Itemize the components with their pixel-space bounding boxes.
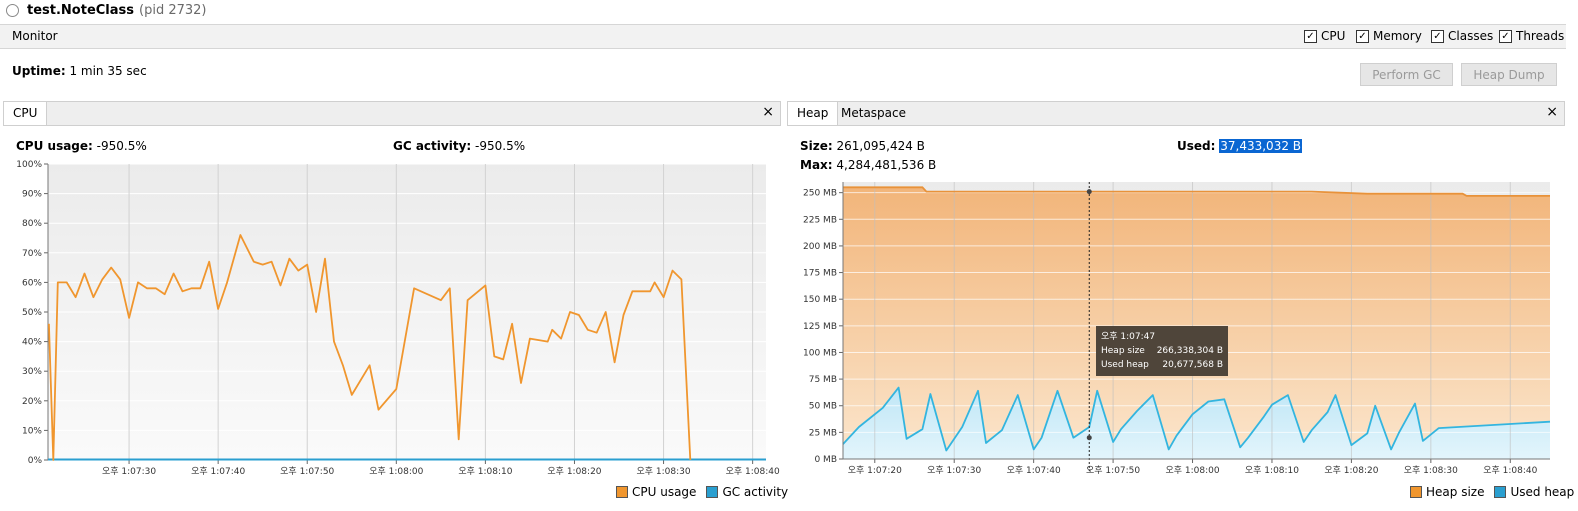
y-tick-label: 25 MB bbox=[809, 428, 837, 438]
perform-gc-button[interactable]: Perform GC bbox=[1360, 63, 1453, 86]
y-tick-label: 30% bbox=[22, 367, 42, 377]
legend-gc-activity: GC activity bbox=[706, 485, 788, 499]
tooltip-used-heap-label: Used heap bbox=[1101, 360, 1149, 370]
y-tick-label: 250 MB bbox=[803, 189, 837, 199]
checkbox-memory[interactable]: ✓ Memory bbox=[1356, 29, 1422, 43]
cpu-usage-stat: CPU usage: -950.5% bbox=[16, 139, 147, 153]
monitor-title: Monitor bbox=[12, 29, 58, 43]
x-tick-label: 오후 1:08:30 bbox=[636, 466, 690, 477]
cursor-point-used bbox=[1086, 435, 1092, 441]
status-circle-icon bbox=[6, 3, 19, 17]
y-tick-label: 20% bbox=[22, 397, 42, 407]
x-tick-label: 오후 1:07:30 bbox=[102, 466, 156, 477]
x-tick-label: 오후 1:08:40 bbox=[726, 466, 780, 477]
y-tick-label: 50% bbox=[22, 308, 42, 318]
x-tick-label: 오후 1:08:00 bbox=[369, 466, 423, 477]
heap-dump-button[interactable]: Heap Dump bbox=[1461, 63, 1557, 86]
heap-panel-header: Heap Metaspace × bbox=[787, 101, 1565, 126]
checkbox-threads[interactable]: ✓ Threads bbox=[1499, 29, 1564, 43]
heap-size-stat: Size: 261,095,424 B bbox=[800, 139, 925, 153]
heap-tooltip: 오후 1:07:47 Heap size 266,338,304 B Used h… bbox=[1096, 326, 1228, 376]
window-title: test.NoteClass (pid 2732) bbox=[6, 1, 207, 19]
tooltip-heap-size-value: 266,338,304 B bbox=[1156, 346, 1223, 356]
check-icon: ✓ bbox=[1304, 29, 1317, 43]
x-tick-label: 오후 1:08:10 bbox=[458, 466, 512, 477]
x-tick-label: 오후 1:08:10 bbox=[1245, 465, 1299, 476]
x-tick-label: 오후 1:07:30 bbox=[927, 465, 981, 476]
x-tick-label: 오후 1:07:40 bbox=[1007, 465, 1061, 476]
y-tick-label: 90% bbox=[22, 190, 42, 200]
legend-cpu-usage: CPU usage bbox=[616, 485, 696, 499]
y-tick-label: 200 MB bbox=[803, 242, 837, 252]
heap-legend: Heap size Used heap bbox=[1400, 485, 1574, 499]
used-value-selected[interactable]: 37,433,032 B bbox=[1219, 139, 1303, 153]
x-tick-label: 오후 1:07:20 bbox=[848, 465, 902, 476]
y-tick-label: 100 MB bbox=[803, 348, 837, 358]
cursor-point-heap bbox=[1086, 189, 1092, 195]
app-name: test.NoteClass bbox=[27, 2, 135, 18]
y-tick-label: 150 MB bbox=[803, 295, 837, 305]
check-icon: ✓ bbox=[1356, 29, 1369, 43]
uptime-label: Uptime: bbox=[12, 64, 66, 78]
tab-metaspace[interactable]: Metaspace bbox=[832, 102, 915, 125]
tooltip-used-heap-value: 20,677,568 B bbox=[1162, 360, 1223, 370]
y-tick-label: 40% bbox=[22, 338, 42, 348]
uptime: Uptime: 1 min 35 sec bbox=[12, 64, 147, 78]
legend-swatch bbox=[1494, 486, 1507, 498]
x-tick-label: 오후 1:08:30 bbox=[1404, 465, 1458, 476]
tooltip-heap-size-label: Heap size bbox=[1101, 346, 1145, 356]
x-tick-label: 오후 1:08:00 bbox=[1165, 465, 1219, 476]
heap-max-stat: Max: 4,284,481,536 B bbox=[800, 158, 937, 172]
close-icon[interactable]: × bbox=[762, 104, 774, 120]
legend-used-heap: Used heap bbox=[1494, 485, 1574, 499]
y-tick-label: 125 MB bbox=[803, 322, 837, 332]
x-tick-label: 오후 1:08:20 bbox=[547, 466, 601, 477]
tab-cpu[interactable]: CPU bbox=[4, 102, 48, 125]
legend-swatch bbox=[706, 486, 719, 498]
close-icon[interactable]: × bbox=[1546, 104, 1558, 120]
legend-heap-size: Heap size bbox=[1410, 485, 1484, 499]
x-tick-label: 오후 1:08:20 bbox=[1324, 465, 1378, 476]
y-tick-label: 80% bbox=[22, 219, 42, 229]
check-icon: ✓ bbox=[1431, 29, 1444, 43]
cpu-legend: CPU usage GC activity bbox=[606, 485, 788, 499]
cpu-panel-header: CPU × bbox=[3, 101, 781, 126]
y-tick-label: 100% bbox=[16, 160, 42, 170]
y-tick-label: 70% bbox=[22, 249, 42, 259]
x-tick-label: 오후 1:07:50 bbox=[1086, 465, 1140, 476]
y-tick-label: 175 MB bbox=[803, 269, 837, 279]
gc-activity-stat: GC activity: -950.5% bbox=[393, 139, 526, 153]
y-tick-label: 60% bbox=[22, 278, 42, 288]
y-tick-label: 50 MB bbox=[809, 402, 837, 412]
y-tick-label: 10% bbox=[22, 426, 42, 436]
heap-used-stat: Used: 37,433,032 B bbox=[1177, 139, 1303, 153]
checkbox-cpu[interactable]: ✓ CPU bbox=[1304, 29, 1345, 43]
x-tick-label: 오후 1:07:50 bbox=[280, 466, 334, 477]
legend-swatch bbox=[1410, 486, 1422, 498]
x-tick-label: 오후 1:08:40 bbox=[1483, 465, 1537, 476]
y-tick-label: 0 MB bbox=[814, 455, 837, 465]
checkbox-classes[interactable]: ✓ Classes bbox=[1431, 29, 1493, 43]
cpu-chart: 0% 10% 20% 30% 40% 50% 60% 70% 80% 90% 100% 오후 1:07… bbox=[16, 160, 780, 477]
tooltip-time: 오후 1:07:47 bbox=[1101, 332, 1156, 342]
tab-heap[interactable]: Heap bbox=[788, 102, 839, 125]
y-tick-label: 0% bbox=[28, 456, 43, 466]
uptime-value: 1 min 35 sec bbox=[69, 64, 147, 78]
y-tick-label: 225 MB bbox=[803, 215, 837, 225]
check-icon: ✓ bbox=[1499, 29, 1512, 43]
monitor-bar: Monitor ✓ CPU ✓ Memory ✓ Classes ✓ Threads bbox=[0, 24, 1566, 49]
x-tick-label: 오후 1:07:40 bbox=[191, 466, 245, 477]
legend-swatch bbox=[616, 486, 628, 498]
pid-label: (pid 2732) bbox=[139, 2, 207, 18]
y-tick-label: 75 MB bbox=[809, 375, 837, 385]
